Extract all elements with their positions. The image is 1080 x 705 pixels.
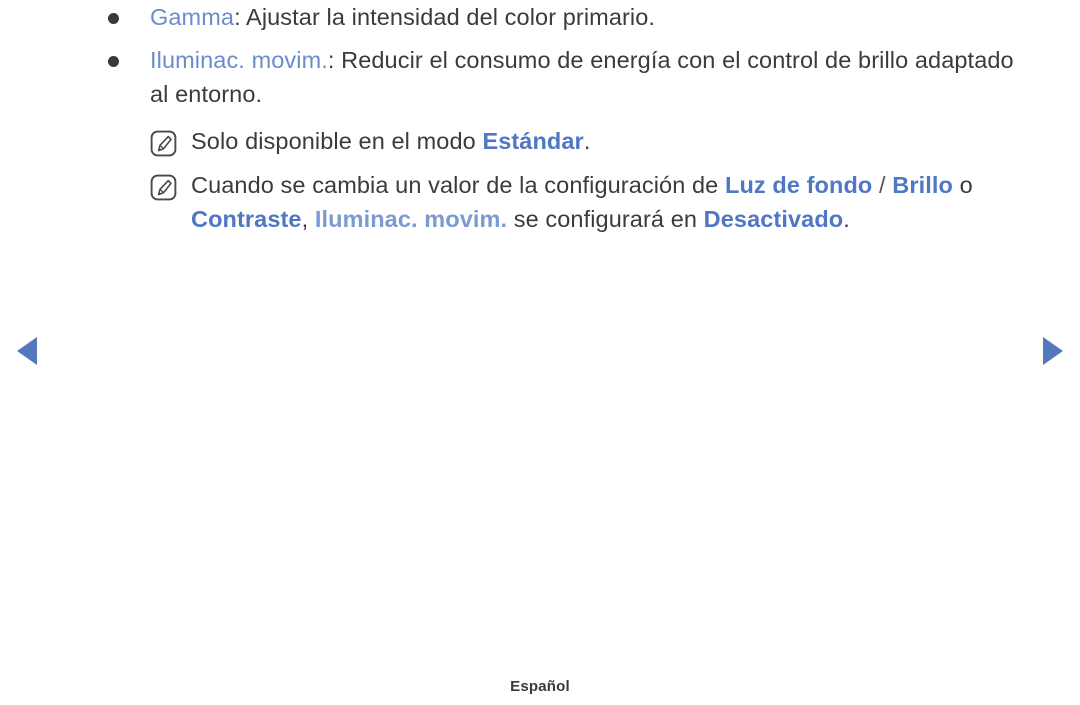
note-term-brillo: Brillo <box>892 172 953 198</box>
bullet-text: Iluminac. movim.: Reducir el consumo de … <box>150 43 1030 111</box>
bullet-item-gamma: Gamma: Ajustar la intensidad del color p… <box>0 0 1080 34</box>
content-area: Gamma: Ajustar la intensidad del color p… <box>0 0 1080 236</box>
note-term-estandar: Estándar <box>482 128 584 154</box>
bullet-item-iluminac-movim: Iluminac. movim.: Reducir el consumo de … <box>0 43 1080 111</box>
note-term-luz-de-fondo: Luz de fondo <box>724 172 873 198</box>
note-term-desactivado: Desactivado <box>703 206 844 232</box>
triangle-right-icon <box>1042 336 1064 366</box>
note-item-value-change: Cuando se cambia un valor de la configur… <box>150 168 1040 236</box>
note-item-standard-mode: Solo disponible en el modo Estándar. <box>150 124 1040 158</box>
note-seg: se configurará en <box>507 206 704 232</box>
note-seg: Cuando se cambia un valor de la configur… <box>191 172 725 198</box>
next-page-button[interactable] <box>1042 336 1064 366</box>
note-seg: . <box>843 206 850 232</box>
emanual-page: Gamma: Ajustar la intensidad del color p… <box>0 0 1080 705</box>
note-text: Cuando se cambia un valor de la configur… <box>191 168 1040 236</box>
bullet-term-iluminac-movim: Iluminac. movim. <box>150 47 328 73</box>
note-term-iluminac-movim: Iluminac. movim. <box>314 206 508 232</box>
note-seg: , <box>301 206 315 232</box>
note-term-contraste: Contraste <box>191 206 302 232</box>
bullet-text: Gamma: Ajustar la intensidad del color p… <box>150 0 655 34</box>
bullet-dot-icon <box>108 56 119 67</box>
note-seg: . <box>583 128 591 154</box>
triangle-left-icon <box>16 336 38 366</box>
bullet-dot-icon <box>108 13 119 24</box>
bullet-term-gamma: Gamma <box>150 4 235 30</box>
previous-page-button[interactable] <box>16 336 38 366</box>
note-pencil-icon <box>150 130 177 157</box>
note-seg: o <box>952 172 973 198</box>
notes-list: Solo disponible en el modo Estándar. Cua… <box>0 124 1080 236</box>
language-footer: Español <box>510 678 570 695</box>
note-text: Solo disponible en el modo Estándar. <box>191 124 590 158</box>
bullet-description-gamma: : Ajustar la intensidad del color primar… <box>234 4 656 30</box>
note-separator: / <box>872 172 893 198</box>
note-seg: Solo disponible en el modo <box>191 128 483 154</box>
note-pencil-icon <box>150 174 177 201</box>
